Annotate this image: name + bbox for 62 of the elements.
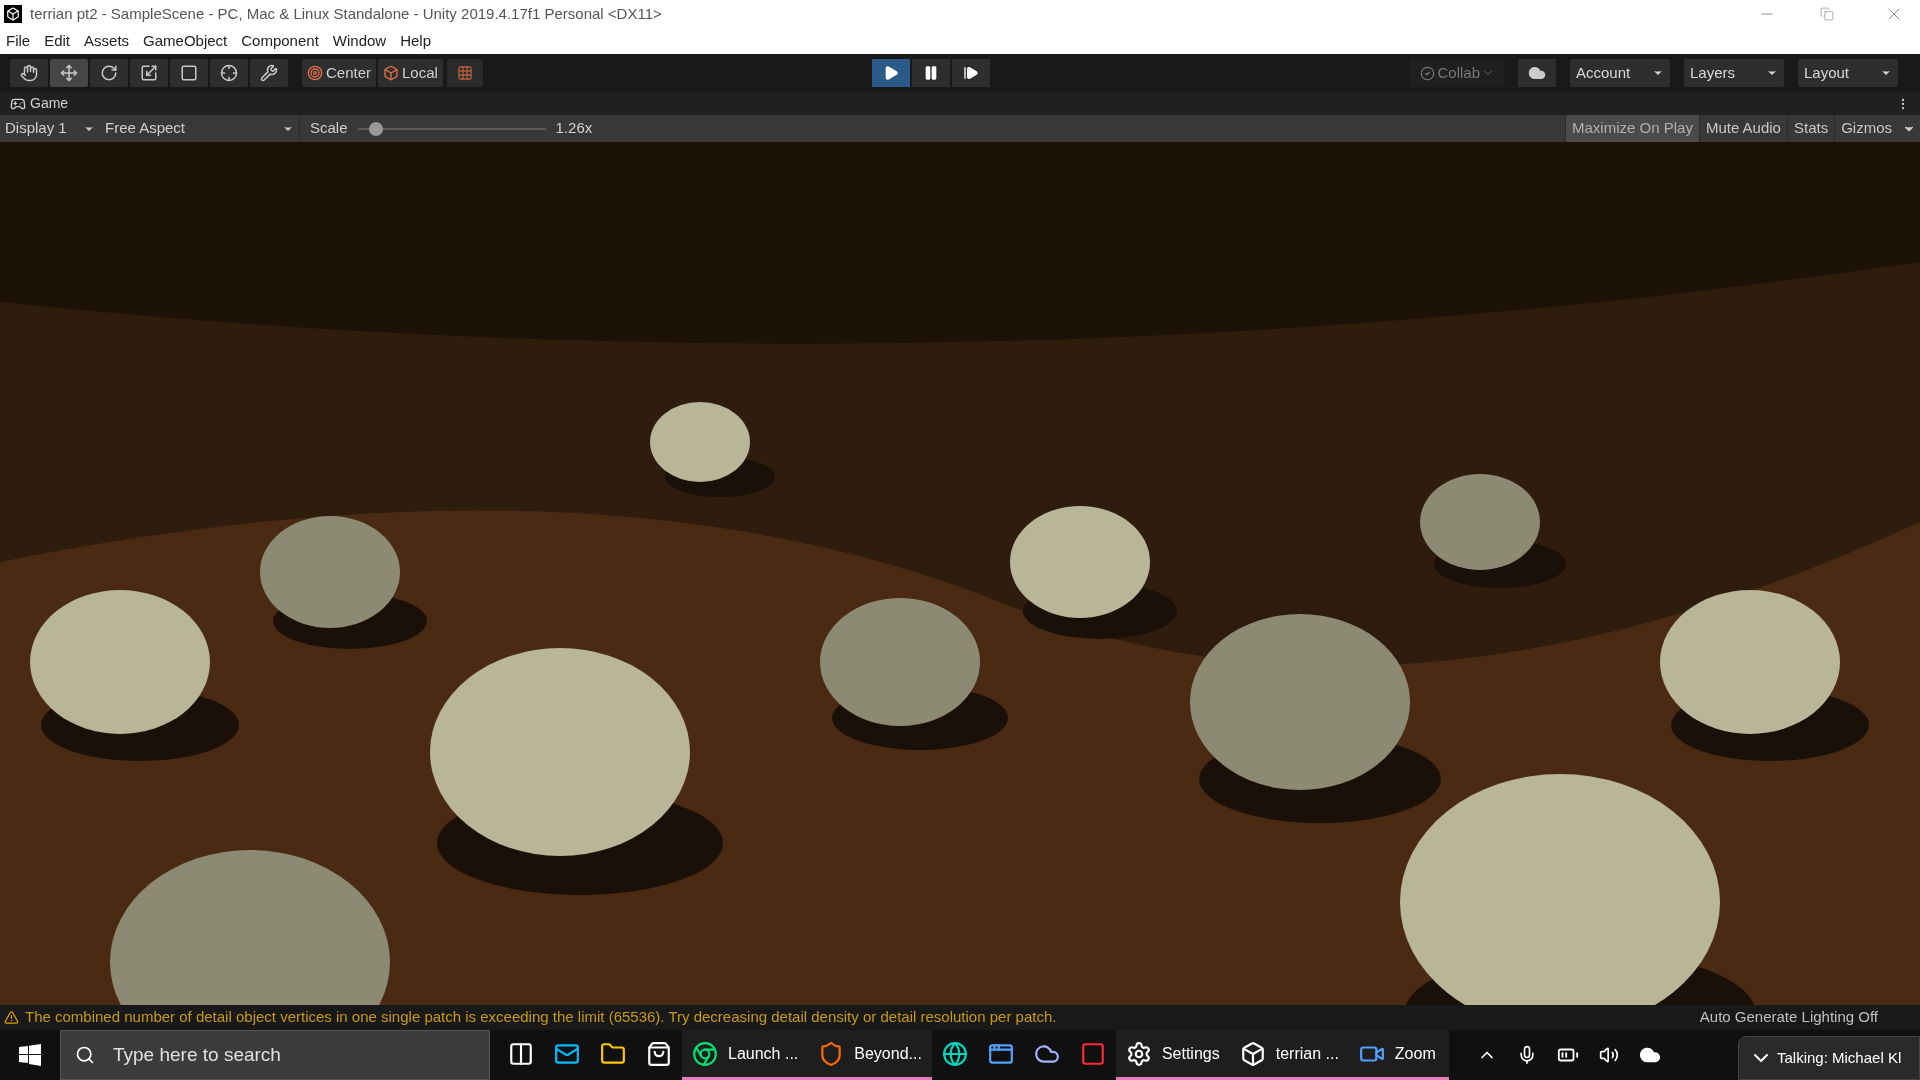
hand-tool-button[interactable] — [10, 59, 48, 87]
cube-icon — [383, 65, 400, 81]
display-dropdown[interactable]: Display 1 — [0, 115, 100, 142]
pause-icon — [923, 65, 939, 81]
lighting-status: Auto Generate Lighting Off — [1699, 1007, 1878, 1028]
menu-item[interactable]: Help — [400, 29, 432, 53]
custom-tool-button[interactable] — [250, 59, 288, 87]
scale-icon — [140, 64, 158, 82]
taskbar-app[interactable]: Settings — [1115, 1030, 1230, 1080]
search-icon — [75, 1045, 95, 1065]
window-title: terrian pt2 - SampleScene - PC, Mac & Linux Standalone - Unity 2019.4.17f1 Personal <DX11> — [30, 3, 662, 24]
store-app-icon — [646, 1040, 672, 1067]
menu-item[interactable]: GameObject — [143, 29, 228, 53]
toolbar-dropdown[interactable]: Layout — [1798, 59, 1898, 87]
scale-reading: 1.26x — [555, 118, 593, 139]
menu-item[interactable]: Assets — [84, 29, 130, 53]
scale-tool-button[interactable] — [130, 59, 168, 87]
transform-tool-button[interactable] — [210, 59, 248, 87]
toolbar-dropdown[interactable]: Layers — [1684, 59, 1784, 87]
menu-item[interactable]: Component — [241, 29, 319, 53]
search-placeholder: Type here to search — [113, 1042, 281, 1067]
taskbar-app[interactable]: Beyond... — [808, 1030, 932, 1080]
search-field[interactable]: Type here to search — [60, 1030, 490, 1080]
grid-icon — [456, 65, 473, 81]
notification-popup[interactable]: Talking: Michael Kl — [1738, 1036, 1920, 1080]
play-icon — [883, 65, 899, 81]
game-view-toggle[interactable]: Maximize On Play — [1565, 115, 1699, 142]
game-tab[interactable]: Game — [10, 93, 69, 114]
menu-item[interactable]: Edit — [44, 29, 71, 53]
menu-item[interactable]: File — [6, 29, 31, 53]
taskbar-app[interactable]: terrian ... — [1229, 1030, 1349, 1080]
scale-label: Scale — [310, 118, 348, 139]
files-app-icon — [600, 1040, 626, 1067]
rotate-tool-button[interactable] — [90, 59, 128, 87]
center-pivot-button[interactable]: Center — [302, 59, 377, 87]
scale-slider[interactable] — [357, 121, 546, 136]
play-button[interactable] — [872, 59, 910, 87]
taskbar-app[interactable]: Launch ... — [682, 1030, 809, 1080]
volume-icon[interactable] — [1598, 1045, 1619, 1065]
menu-item[interactable]: Window — [332, 29, 387, 53]
taskbar-app[interactable]: Zoom — [1348, 1030, 1449, 1080]
hand-icon — [20, 64, 38, 82]
rect-icon — [180, 64, 198, 82]
warning-icon — [4, 1010, 19, 1025]
notification-text: Talking: Michael Kl — [1777, 1047, 1902, 1068]
toolbar-dropdown[interactable]: Account — [1570, 59, 1670, 87]
step-icon — [963, 65, 979, 81]
pause-button[interactable] — [912, 59, 950, 87]
rotate-icon — [100, 64, 118, 82]
step-button[interactable] — [952, 59, 990, 87]
cloud-icon — [1528, 64, 1546, 82]
status-message[interactable]: The combined number of detail object vertices in one single patch is exceeding the limit (65536). Try decreasing detail density or detail resolution per patch. — [25, 1006, 1057, 1029]
move-icon — [60, 64, 78, 82]
move-tool-button[interactable] — [50, 59, 88, 87]
rect-tool-button[interactable] — [170, 59, 208, 87]
target-icon — [307, 65, 323, 81]
cloud-button[interactable] — [1518, 59, 1556, 87]
grid-snap-button[interactable] — [446, 59, 483, 87]
check-icon — [1420, 65, 1436, 81]
local-pivot-button[interactable]: Local — [378, 59, 443, 87]
settings-app-icon — [1125, 1040, 1152, 1067]
windows-logo-icon[interactable] — [19, 1044, 41, 1066]
